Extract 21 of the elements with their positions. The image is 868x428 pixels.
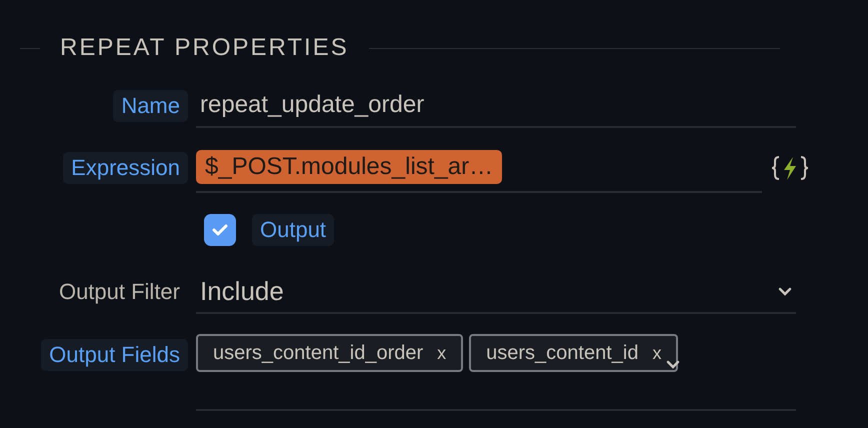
field-tag[interactable]: users_content_id x	[469, 334, 678, 372]
name-value[interactable]: repeat_update_order	[200, 87, 424, 123]
field-label: Output	[252, 214, 334, 246]
tag-remove[interactable]: x	[652, 340, 662, 366]
checkbox[interactable]	[204, 214, 236, 246]
section-title: REPEAT PROPERTIES	[60, 36, 349, 60]
expression-chip[interactable]: $_POST.modules_list_ar…	[196, 150, 502, 184]
checkmark-icon	[212, 224, 228, 236]
field-tag[interactable]: users_content_id_order x	[196, 334, 464, 372]
field-label: Output Filter	[58, 278, 181, 306]
chevron-down-icon	[778, 286, 792, 296]
dynamic-data-icon[interactable]	[770, 154, 810, 182]
field-label: Output Fields	[41, 339, 188, 371]
field-label: Expression	[63, 152, 188, 184]
select-value: Include	[200, 274, 284, 308]
tag-text: users_content_id	[486, 341, 638, 366]
chevron-down-icon	[666, 360, 680, 369]
field-label: Name	[113, 90, 188, 122]
tag-remove[interactable]: x	[437, 340, 446, 366]
filter-select[interactable]: Include	[196, 270, 796, 314]
tag-text: users_content_id_order	[213, 341, 424, 366]
